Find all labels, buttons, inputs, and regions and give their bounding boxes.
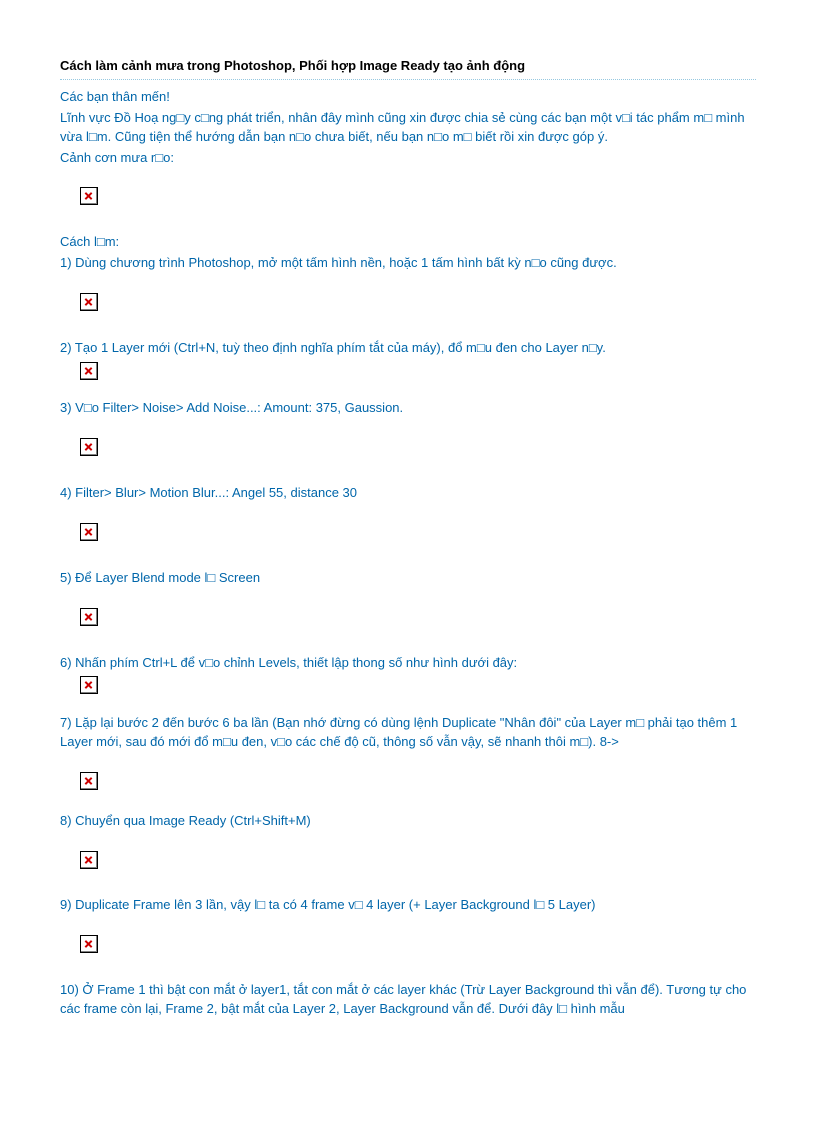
step-7: 7) Lặp lại bước 2 đến bước 6 ba lần (Bạn… <box>60 714 756 752</box>
broken-image-icon <box>80 438 98 456</box>
step-9: 9) Duplicate Frame lên 3 lần, vậy l□ ta … <box>60 896 756 915</box>
divider <box>60 79 756 80</box>
step-5: 5) Để Layer Blend mode l□ Screen <box>60 569 756 588</box>
broken-image-icon <box>80 523 98 541</box>
broken-image-icon <box>80 608 98 626</box>
intro-line-1: Các bạn thân mến! <box>60 88 756 107</box>
step-4: 4) Filter> Blur> Motion Blur...: Angel 5… <box>60 484 756 503</box>
broken-image-icon <box>80 851 98 869</box>
broken-image-icon <box>80 935 98 953</box>
broken-image-icon <box>80 772 98 790</box>
step-3: 3) V□o Filter> Noise> Add Noise...: Amou… <box>60 399 756 418</box>
step-2: 2) Tạo 1 Layer mới (Ctrl+N, tuỳ theo địn… <box>60 339 756 358</box>
content-body: Các bạn thân mến! Lĩnh vực Đồ Hoạ ng□y c… <box>60 88 756 1019</box>
document-page: Cách làm cảnh mưa trong Photoshop, Phối … <box>0 0 816 1081</box>
intro-line-3: Cảnh cơn mưa r□o: <box>60 149 756 168</box>
broken-image-icon <box>80 187 98 205</box>
step-6: 6) Nhấn phím Ctrl+L để v□o chỉnh Levels,… <box>60 654 756 673</box>
broken-image-icon <box>80 676 98 694</box>
page-title: Cách làm cảnh mưa trong Photoshop, Phối … <box>60 58 756 73</box>
step-8: 8) Chuyển qua Image Ready (Ctrl+Shift+M) <box>60 812 756 831</box>
intro-line-2: Lĩnh vực Đồ Hoạ ng□y c□ng phát triển, nh… <box>60 109 756 147</box>
broken-image-icon <box>80 362 98 380</box>
broken-image-icon <box>80 293 98 311</box>
step-1: 1) Dùng chương trình Photoshop, mở một t… <box>60 254 756 273</box>
step-10: 10) Ở Frame 1 thì bật con mắt ở layer1, … <box>60 981 756 1019</box>
how-to-label: Cách l□m: <box>60 233 756 252</box>
